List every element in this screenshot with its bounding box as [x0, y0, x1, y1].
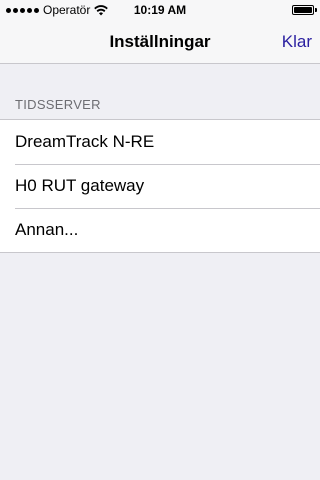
- screen: Operatör 10:19 AM Inställningar Klar TID…: [0, 0, 320, 480]
- server-list: DreamTrack N-RE H0 RUT gateway Annan...: [0, 119, 320, 253]
- battery-fill: [294, 7, 312, 13]
- list-item-server-1[interactable]: DreamTrack N-RE: [0, 120, 320, 164]
- nav-bar: Inställningar Klar: [0, 20, 320, 64]
- list-item-other[interactable]: Annan...: [0, 208, 320, 252]
- status-time: 10:19 AM: [133, 3, 187, 17]
- battery-icon: [292, 5, 314, 15]
- battery-cap: [315, 8, 317, 12]
- section-header: TIDSSERVER: [15, 97, 101, 112]
- status-bar: Operatör 10:19 AM: [0, 0, 320, 20]
- done-button[interactable]: Klar: [282, 32, 312, 52]
- list-item-server-2[interactable]: H0 RUT gateway: [0, 164, 320, 208]
- page-title: Inställningar: [109, 32, 211, 51]
